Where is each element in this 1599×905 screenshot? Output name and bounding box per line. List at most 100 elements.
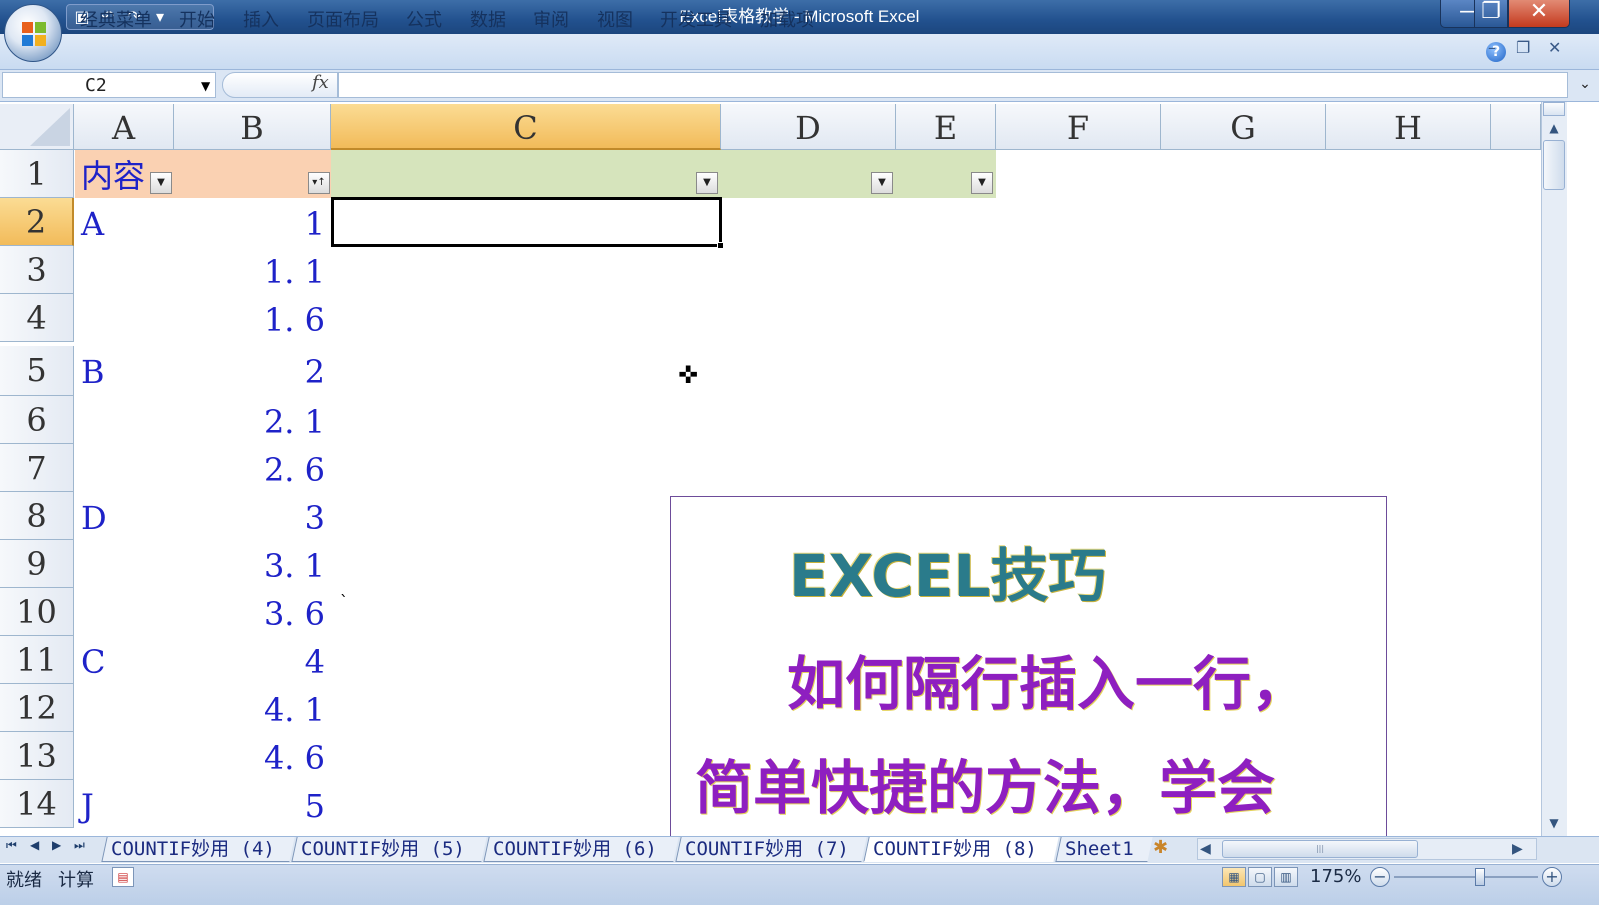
cell-b9[interactable]: 3. 1	[174, 540, 331, 588]
sheet-tab-countif-8[interactable]: COUNTIF妙用 (8)	[863, 837, 1059, 862]
cell-b11[interactable]: 4	[174, 636, 331, 684]
cell-b12[interactable]: 4. 1	[174, 684, 331, 732]
tab-add-ins[interactable]: 加载项	[760, 6, 814, 32]
row-header-10[interactable]: 10	[0, 588, 74, 636]
row-header-1[interactable]: 1	[0, 150, 74, 198]
cell-b14[interactable]: 5	[174, 780, 331, 828]
row-header-8[interactable]: 8	[0, 492, 74, 540]
column-header-g[interactable]: G	[1161, 104, 1326, 150]
page-layout-view-icon[interactable]: ▢	[1248, 867, 1272, 887]
column-header-c[interactable]: C	[331, 104, 721, 150]
filter-dropdown-c-icon[interactable]: ▼	[696, 172, 718, 194]
sheet-tab-countif-4[interactable]: COUNTIF妙用 (4)	[101, 837, 295, 862]
cell-a8[interactable]: D	[75, 492, 174, 540]
cell-a1[interactable]: 内容	[75, 150, 331, 198]
cells-c1-e1[interactable]	[331, 150, 996, 198]
ribbon-close-icon[interactable]: ✕	[1548, 38, 1561, 57]
vertical-scroll-thumb[interactable]	[1543, 140, 1565, 190]
tab-data[interactable]: 数据	[470, 6, 506, 32]
row-header-2[interactable]: 2	[0, 198, 74, 246]
tab-page-layout[interactable]: 页面布局	[307, 6, 379, 32]
column-header-h[interactable]: H	[1326, 104, 1491, 150]
cell-b4[interactable]: 1. 6	[174, 294, 331, 342]
insert-function-icon[interactable]: fx	[312, 72, 329, 93]
tab-home[interactable]: 开始	[179, 6, 215, 32]
cell-b3[interactable]: 1. 1	[174, 246, 331, 294]
row-header-14[interactable]: 14	[0, 780, 74, 828]
row-header-12[interactable]: 12	[0, 684, 74, 732]
sheet-tab-sheet1[interactable]: Sheet1	[1055, 837, 1153, 862]
macro-record-icon[interactable]: ▤	[112, 867, 134, 887]
first-sheet-icon[interactable]: ⏮	[6, 838, 17, 853]
status-calc[interactable]: 计算	[58, 866, 94, 892]
cell-a5[interactable]: B	[75, 346, 174, 394]
cell-a2[interactable]: A	[75, 198, 174, 246]
next-sheet-icon[interactable]: ▶	[52, 838, 61, 852]
normal-view-icon[interactable]: ▦	[1222, 867, 1246, 887]
cell-a11[interactable]: C	[75, 636, 174, 684]
prev-sheet-icon[interactable]: ◀	[30, 838, 39, 852]
row-header-13[interactable]: 13	[0, 732, 74, 780]
tab-insert[interactable]: 插入	[243, 6, 279, 32]
sheet-tab-countif-5[interactable]: COUNTIF妙用 (5)	[291, 837, 487, 862]
sheet-tab-countif-7[interactable]: COUNTIF妙用 (7)	[675, 837, 867, 862]
column-header-partial[interactable]	[1491, 104, 1541, 150]
zoom-in-icon[interactable]: +	[1542, 867, 1562, 887]
cell-b7[interactable]: 2. 6	[174, 444, 331, 492]
ribbon-minimize-icon[interactable]: –	[1488, 38, 1496, 57]
zoom-out-icon[interactable]: −	[1370, 867, 1390, 887]
cell-a14[interactable]: J	[75, 780, 174, 828]
scroll-down-icon[interactable]: ▼	[1543, 812, 1565, 834]
horizontal-scroll-thumb[interactable]: |||	[1222, 840, 1418, 858]
formula-input[interactable]	[338, 72, 1568, 98]
filter-dropdown-d-icon[interactable]: ▼	[871, 172, 893, 194]
column-header-a[interactable]: A	[74, 104, 174, 150]
row-header-6[interactable]: 6	[0, 396, 74, 444]
tab-view[interactable]: 视图	[597, 6, 633, 32]
row-header-9[interactable]: 9	[0, 540, 74, 588]
column-header-b[interactable]: B	[174, 104, 331, 150]
filter-dropdown-a-icon[interactable]: ▼	[150, 172, 172, 194]
cell-b6[interactable]: 2. 1	[174, 396, 331, 444]
column-header-e[interactable]: E	[896, 104, 996, 150]
column-header-f[interactable]: F	[996, 104, 1161, 150]
scroll-left-icon[interactable]: ◀	[1200, 838, 1211, 860]
name-box[interactable]: C2 ▼	[2, 72, 216, 98]
fill-handle[interactable]	[717, 242, 724, 249]
chevron-down-icon[interactable]: ▼	[201, 75, 210, 97]
cell-b8[interactable]: 3	[174, 492, 331, 540]
page-break-view-icon[interactable]: ▥	[1274, 867, 1298, 887]
row-header-3[interactable]: 3	[0, 246, 74, 294]
cell-b2[interactable]: 1	[174, 198, 331, 246]
vertical-scrollbar[interactable]	[1541, 102, 1567, 836]
tab-formulas[interactable]: 公式	[406, 6, 442, 32]
column-header-d[interactable]: D	[721, 104, 896, 150]
sheet-tab-countif-6[interactable]: COUNTIF妙用 (6)	[483, 837, 679, 862]
row-header-5[interactable]: 5	[0, 346, 74, 396]
cell-b5[interactable]: 2	[174, 346, 331, 394]
filter-dropdown-e-icon[interactable]: ▼	[971, 172, 993, 194]
sort-filter-b-icon[interactable]: ▾↑	[308, 172, 330, 194]
zoom-level[interactable]: 175%	[1310, 866, 1361, 887]
maximize-button[interactable]: ❐	[1474, 0, 1508, 28]
ribbon-restore-icon[interactable]: ❐	[1516, 38, 1530, 57]
scroll-up-icon[interactable]: ▲	[1543, 117, 1565, 139]
zoom-slider[interactable]	[1394, 876, 1538, 878]
tab-developer[interactable]: 开发工具	[660, 6, 732, 32]
tab-review[interactable]: 审阅	[533, 6, 569, 32]
cell-b13[interactable]: 4. 6	[174, 732, 331, 780]
scroll-right-icon[interactable]: ▶	[1512, 838, 1523, 860]
active-cell-c2[interactable]	[331, 197, 722, 247]
cell-b10[interactable]: 3. 6	[174, 588, 331, 636]
tab-classic-menu[interactable]: 经典菜单	[80, 6, 152, 32]
last-sheet-icon[interactable]: ⏭	[74, 838, 85, 853]
close-button[interactable]: ✕	[1508, 0, 1570, 28]
row-header-11[interactable]: 11	[0, 636, 74, 684]
expand-formula-bar-icon[interactable]: ⌄	[1574, 72, 1596, 98]
zoom-slider-knob[interactable]	[1475, 868, 1485, 886]
insert-sheet-icon[interactable]: ✱	[1153, 837, 1168, 858]
split-box[interactable]	[1543, 102, 1565, 116]
row-header-4[interactable]: 4	[0, 294, 74, 342]
overlay-text-box[interactable]: EXCEL技巧 如何隔行插入一行， 简单快捷的方法，学会	[670, 496, 1387, 841]
row-header-7[interactable]: 7	[0, 444, 74, 492]
